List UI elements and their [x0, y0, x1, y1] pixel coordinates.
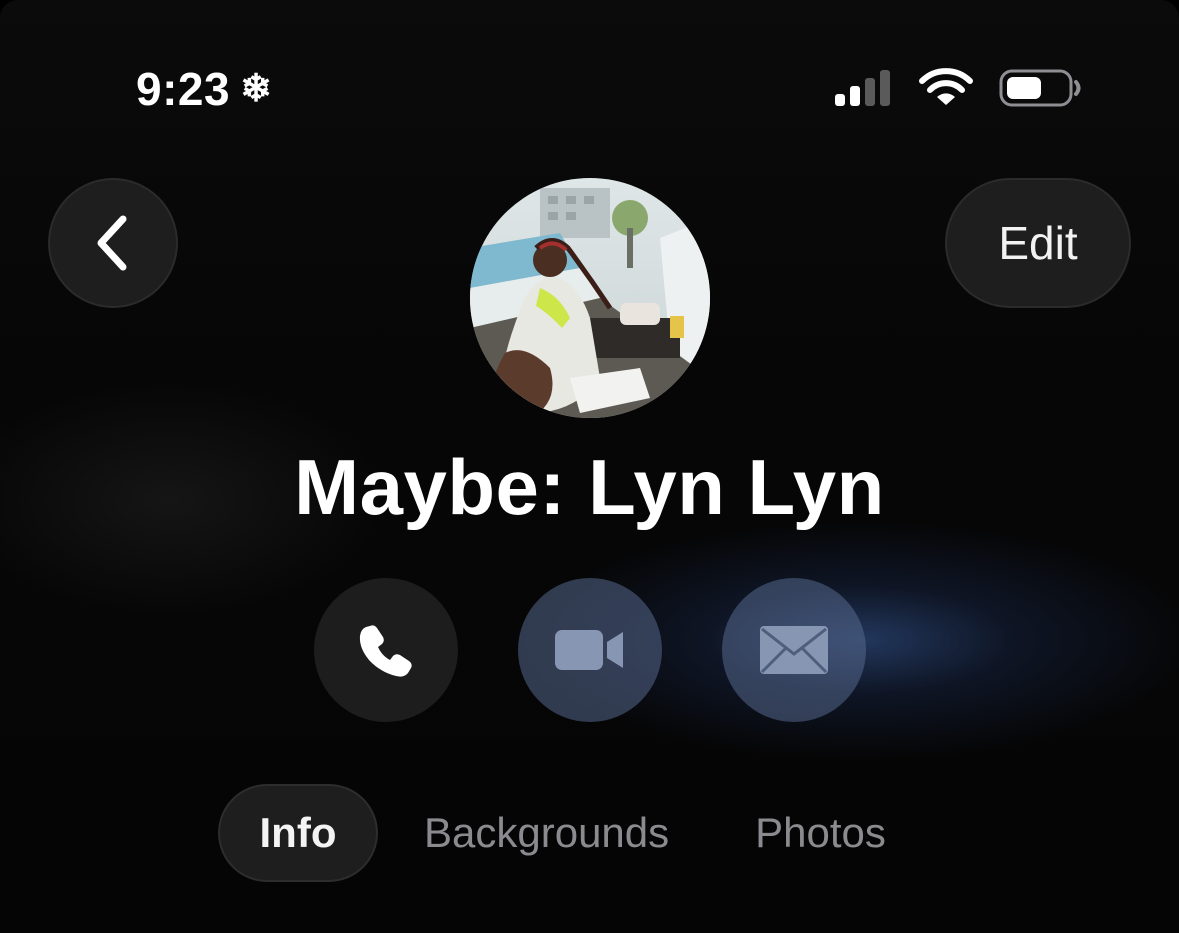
contact-avatar[interactable]	[470, 178, 710, 418]
contact-tabs: Info Backgrounds Photos	[218, 784, 886, 882]
status-bar-time: 9:23 ❄	[136, 62, 272, 116]
snowflake-icon: ❄	[240, 68, 273, 110]
chevron-left-icon	[97, 215, 127, 271]
edit-button[interactable]: Edit	[945, 178, 1131, 308]
tab-photos[interactable]: Photos	[755, 784, 886, 882]
mail-button[interactable]	[722, 578, 866, 722]
battery-icon	[999, 69, 1081, 107]
contact-name: Maybe: Lyn Lyn	[294, 443, 885, 531]
contact-photo	[470, 178, 710, 418]
video-camera-icon	[555, 630, 623, 670]
phone-icon	[359, 625, 412, 677]
envelope-icon	[760, 626, 828, 674]
edit-label: Edit	[998, 217, 1078, 269]
back-button[interactable]	[48, 178, 178, 308]
contact-screen: 9:23 ❄ Edit Maybe: Lyn Lyn Info Backgrou…	[0, 0, 1179, 933]
time-label: 9:23	[136, 63, 231, 115]
call-button[interactable]	[314, 578, 458, 722]
video-call-button[interactable]	[518, 578, 662, 722]
wifi-icon	[919, 68, 973, 105]
tab-info[interactable]: Info	[218, 784, 378, 882]
tab-backgrounds[interactable]: Backgrounds	[424, 784, 669, 882]
status-bar-indicators	[833, 68, 1083, 108]
cellular-signal-icon	[835, 70, 890, 106]
